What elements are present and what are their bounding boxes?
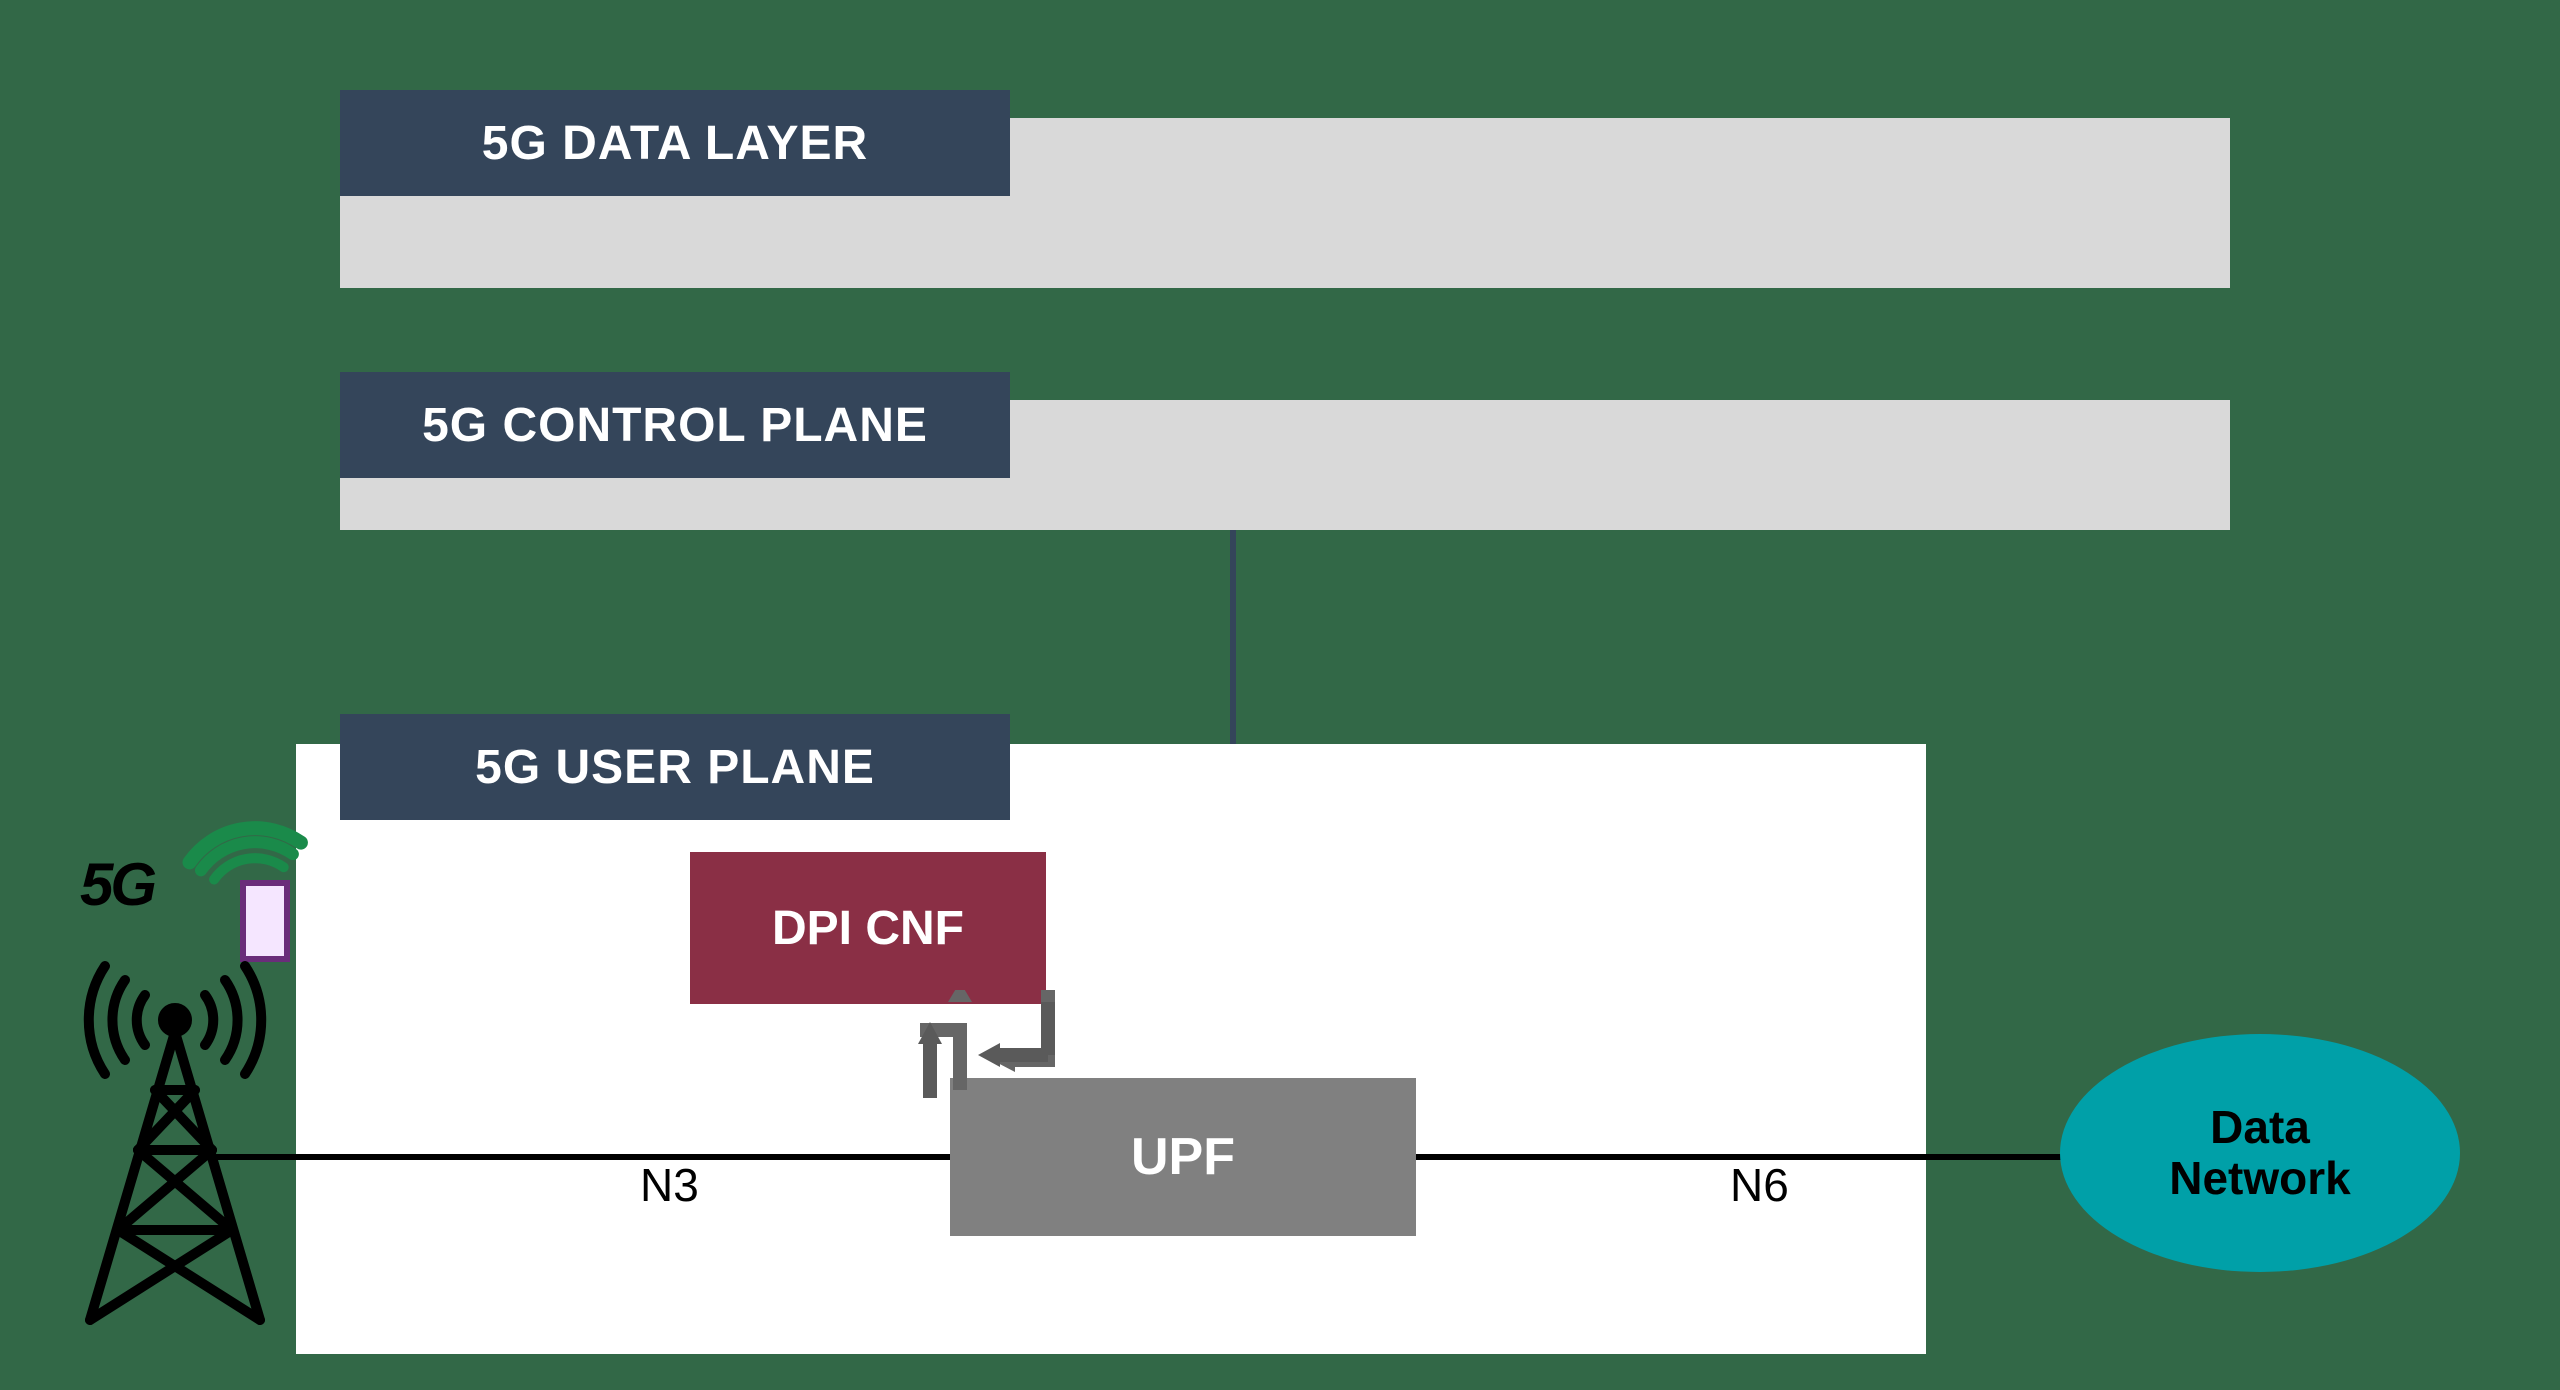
data-network-line2: Network bbox=[2169, 1153, 2350, 1204]
n3-link-line bbox=[200, 1154, 950, 1160]
n3-label: N3 bbox=[640, 1158, 699, 1212]
radio-tower-icon bbox=[60, 960, 290, 1335]
user-plane-box bbox=[296, 744, 1926, 1354]
data-layer-label: 5G DATA LAYER bbox=[340, 90, 1010, 196]
control-plane-label: 5G CONTROL PLANE bbox=[340, 372, 1010, 478]
dpi-upf-bidir-icon bbox=[870, 1000, 1080, 1105]
data-network-line1: Data bbox=[2210, 1102, 2310, 1153]
n6-label: N6 bbox=[1730, 1158, 1789, 1212]
gnb-box-icon bbox=[240, 880, 290, 962]
ran-tower-icon: 5G bbox=[40, 810, 300, 1330]
data-network-node: Data Network bbox=[2060, 1034, 2460, 1272]
user-plane-label: 5G USER PLANE bbox=[340, 714, 1010, 820]
five-g-text: 5G bbox=[80, 850, 154, 919]
dpi-cnf-node: DPI CNF bbox=[690, 852, 1046, 1004]
